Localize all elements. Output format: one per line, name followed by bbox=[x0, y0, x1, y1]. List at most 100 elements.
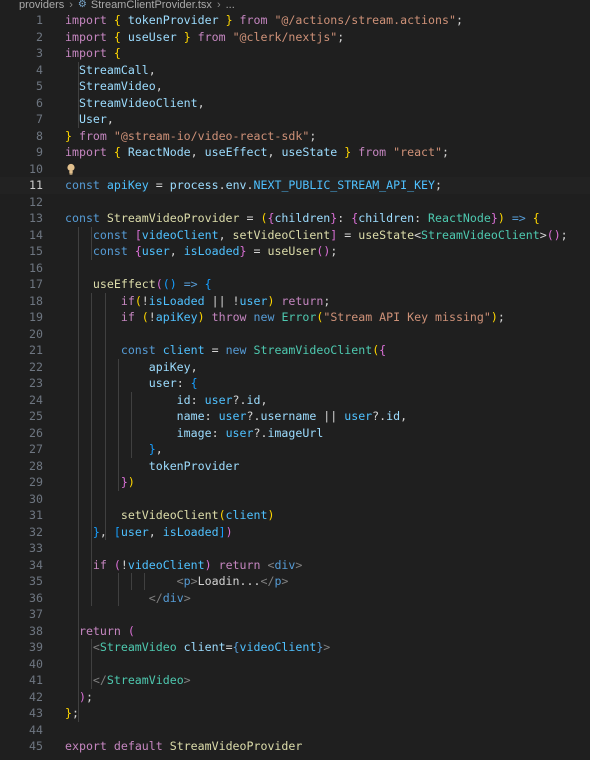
code-token: </ bbox=[65, 590, 163, 605]
code-line[interactable]: 34 if (!videoClient) return <div> bbox=[0, 557, 590, 574]
code-line[interactable]: 38 return ( bbox=[0, 623, 590, 640]
code-line[interactable]: 14 const [videoClient, setVideoClient] =… bbox=[0, 227, 590, 244]
code-line[interactable]: 36 </div> bbox=[0, 590, 590, 607]
indent-guide bbox=[78, 61, 80, 128]
code-token: imageUrl bbox=[267, 425, 324, 440]
code-line[interactable]: 21 const client = new StreamVideoClient(… bbox=[0, 342, 590, 359]
code-line[interactable]: 4 StreamCall, bbox=[0, 62, 590, 79]
code-line[interactable]: 9 import { ReactNode, useEffect, useState… bbox=[0, 144, 590, 161]
code-line[interactable]: 3 import { bbox=[0, 45, 590, 62]
code-token: { bbox=[113, 46, 121, 60]
code-line[interactable]: 7 User, bbox=[0, 111, 590, 128]
code-token: import bbox=[65, 46, 107, 60]
line-number: 33 bbox=[29, 541, 43, 555]
code-text: import { bbox=[65, 45, 121, 62]
line-number: 36 bbox=[29, 590, 43, 605]
code-line[interactable]: 12 bbox=[0, 194, 590, 211]
line-number: 18 bbox=[29, 293, 43, 308]
code-line[interactable]: 19 if (!apiKey) throw new Error("Stream … bbox=[0, 309, 590, 326]
line-number: 39 bbox=[29, 640, 43, 654]
code-text: import { useUser } from "@clerk/nextjs"; bbox=[65, 29, 344, 46]
code-token: "@stream-io/video-react-sdk" bbox=[113, 128, 310, 143]
code-line[interactable]: 10 bbox=[0, 161, 590, 178]
code-line[interactable]: 32 }, [user, isLoaded]) bbox=[0, 524, 590, 541]
code-line[interactable]: 25 name: user?.username || user?.id, bbox=[0, 408, 590, 425]
code-line[interactable]: 2 import { useUser } from "@clerk/nextjs"… bbox=[0, 29, 590, 46]
code-line[interactable]: 27 }, bbox=[0, 441, 590, 458]
code-line[interactable]: 35 <p>Loadin...</p> bbox=[0, 573, 590, 590]
breadcrumb-more[interactable]: ... bbox=[226, 0, 235, 10]
code-token: "@/actions/stream.actions" bbox=[274, 13, 456, 27]
code-line[interactable]: 37 bbox=[0, 606, 590, 623]
code-text: import { tokenProvider } from "@/actions… bbox=[65, 12, 463, 29]
breadcrumb-file[interactable]: StreamClientProvider.tsx bbox=[91, 0, 212, 10]
code-line[interactable]: 1 import { tokenProvider } from "@/action… bbox=[0, 12, 590, 29]
code-line[interactable]: 6 StreamVideoClient, bbox=[0, 95, 590, 112]
code-line[interactable]: 44 bbox=[0, 722, 590, 739]
code-token: < bbox=[414, 227, 422, 242]
code-line[interactable]: 5 StreamVideo, bbox=[0, 78, 590, 95]
code-line[interactable]: 28 tokenProvider bbox=[0, 458, 590, 475]
code-token: id bbox=[246, 392, 261, 407]
breadcrumb: providers › ⚙ StreamClientProvider.tsx ›... bbox=[0, 0, 590, 10]
code-line[interactable]: 45 export default StreamVideoProvider bbox=[0, 738, 590, 755]
code-line[interactable]: 22 apiKey, bbox=[0, 359, 590, 376]
line-number: 42 bbox=[29, 689, 43, 704]
code-token: useState bbox=[358, 227, 415, 242]
code-token: , bbox=[148, 62, 156, 77]
code-line[interactable]: 24 id: user?.id, bbox=[0, 392, 590, 409]
code-token: new bbox=[253, 310, 275, 324]
code-token: } bbox=[183, 29, 191, 44]
code-editor[interactable]: 1 import { tokenProvider } from "@/action… bbox=[0, 12, 590, 760]
code-token: { bbox=[532, 211, 540, 225]
code-line[interactable]: 29 }) bbox=[0, 474, 590, 491]
code-line[interactable]: 41 </StreamVideo> bbox=[0, 672, 590, 689]
code-line[interactable]: 16 bbox=[0, 260, 590, 277]
code-token: export bbox=[65, 739, 107, 753]
code-text: setVideoClient(client) bbox=[65, 507, 275, 524]
code-token: } bbox=[65, 706, 72, 720]
lightbulb-icon[interactable] bbox=[66, 163, 76, 175]
code-text: name: user?.username || user?.id, bbox=[65, 408, 407, 425]
code-token: , bbox=[169, 244, 184, 258]
line-number: 28 bbox=[29, 458, 43, 473]
code-line[interactable]: 33 bbox=[0, 540, 590, 557]
code-token: if bbox=[65, 557, 107, 572]
code-token: from bbox=[239, 13, 268, 27]
code-token: , bbox=[106, 112, 114, 126]
code-line[interactable]: 8} from "@stream-io/video-react-sdk"; bbox=[0, 128, 590, 145]
code-line[interactable]: 26 image: user?.imageUrl bbox=[0, 425, 590, 442]
code-line[interactable]: 23 user: { bbox=[0, 375, 590, 392]
code-line[interactable]: 30 bbox=[0, 491, 590, 508]
breadcrumb-folder[interactable]: providers bbox=[0, 0, 64, 10]
code-token: } bbox=[65, 524, 100, 539]
code-line[interactable]: 13 const StreamVideoProvider = ({children… bbox=[0, 210, 590, 227]
code-line[interactable]: 15 const {user, isLoaded} = useUser(); bbox=[0, 243, 590, 260]
code-line[interactable]: 43}; bbox=[0, 705, 590, 722]
code-line[interactable]: 20 bbox=[0, 326, 590, 343]
line-number: 5 bbox=[36, 79, 43, 93]
line-number: 3 bbox=[36, 46, 43, 60]
code-line[interactable]: 17 useEffect(() => { bbox=[0, 276, 590, 293]
code-token: client bbox=[162, 343, 205, 357]
line-number: 38 bbox=[29, 623, 43, 638]
code-line[interactable]: 40 bbox=[0, 656, 590, 673]
code-line[interactable]: 39 <StreamVideo client={videoClient}> bbox=[0, 639, 590, 656]
line-number: 14 bbox=[29, 227, 43, 242]
code-token: ; bbox=[337, 29, 345, 44]
code-token: user bbox=[65, 376, 177, 390]
code-line[interactable]: 42 ); bbox=[0, 689, 590, 706]
code-line[interactable]: 31 setVideoClient(client) bbox=[0, 507, 590, 524]
code-token: ?. bbox=[253, 425, 268, 440]
code-token: return bbox=[65, 623, 121, 638]
code-line[interactable]: 18 if(!isLoaded || !user) return; bbox=[0, 293, 590, 310]
code-line[interactable]: 11 const apiKey = process.env.NEXT_PUBLIC… bbox=[0, 177, 590, 194]
code-token: div bbox=[274, 557, 296, 572]
code-text: user: { bbox=[65, 375, 198, 392]
